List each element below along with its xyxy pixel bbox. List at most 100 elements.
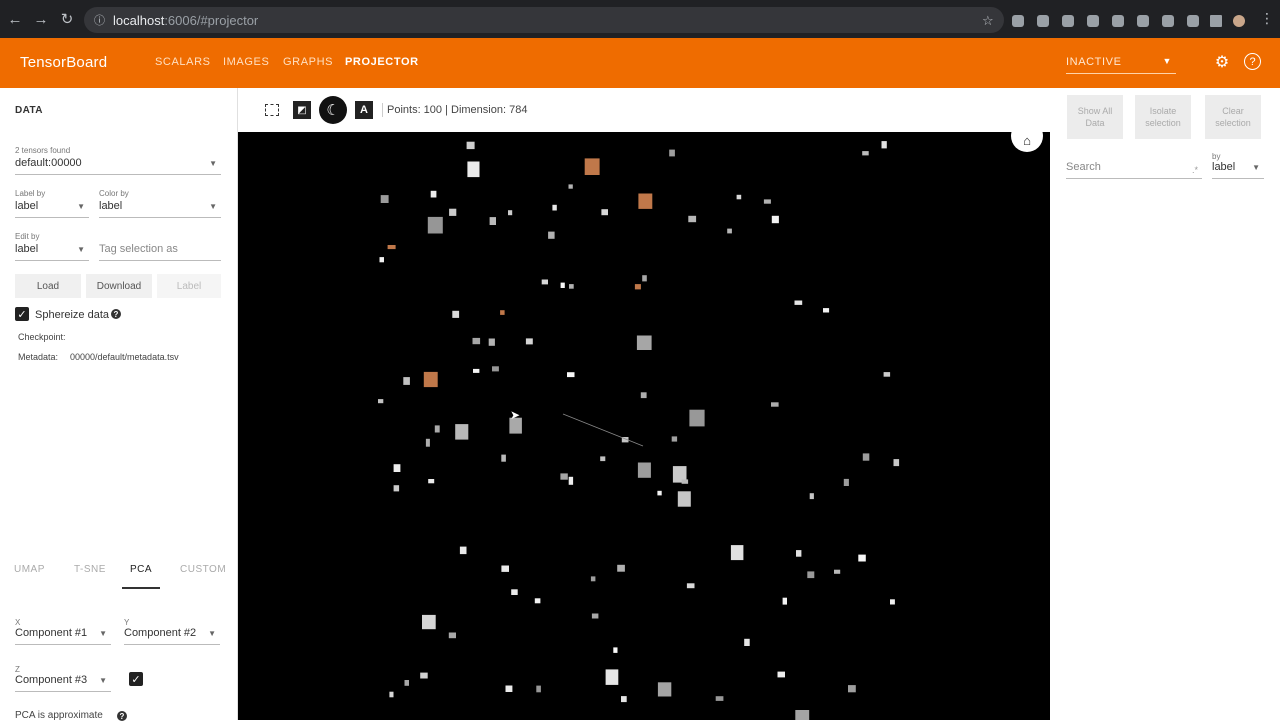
tag-selection-input[interactable]: Tag selection as — [99, 243, 221, 261]
data-point[interactable] — [881, 141, 887, 149]
data-point[interactable] — [883, 372, 891, 377]
data-point[interactable] — [637, 462, 651, 478]
tab-custom[interactable]: CUSTOM — [180, 564, 226, 575]
sphereize-checkbox[interactable]: ✓ — [15, 307, 29, 321]
night-mode-icon[interactable]: ☾ — [319, 96, 347, 124]
data-point[interactable] — [771, 402, 779, 407]
extension-icon[interactable] — [1037, 15, 1049, 27]
data-point[interactable] — [568, 184, 573, 189]
data-point[interactable] — [744, 638, 750, 646]
tab-tsne[interactable]: T-SNE — [74, 564, 106, 575]
data-point[interactable] — [809, 493, 814, 500]
data-point[interactable] — [794, 300, 803, 305]
x-component-select[interactable]: Component #1 ▼ — [15, 627, 111, 645]
data-point[interactable] — [671, 436, 678, 442]
data-point[interactable] — [730, 545, 744, 561]
search-input[interactable]: Search — [1066, 161, 1202, 179]
data-point[interactable] — [715, 696, 724, 701]
data-point[interactable] — [548, 231, 555, 239]
avatar[interactable] — [1233, 15, 1245, 27]
isolate-selection-button[interactable]: Isolate selection — [1135, 95, 1191, 139]
show-all-data-button[interactable]: Show All Data — [1067, 95, 1123, 139]
labels-icon[interactable]: A — [355, 101, 373, 119]
data-point[interactable] — [613, 647, 618, 653]
extension-icon[interactable] — [1012, 15, 1024, 27]
data-point[interactable] — [727, 228, 732, 234]
data-point[interactable] — [777, 671, 786, 678]
data-point[interactable] — [489, 217, 496, 225]
clear-selection-button[interactable]: Clear selection — [1205, 95, 1261, 139]
data-point[interactable] — [590, 576, 596, 582]
select-mode-icon[interactable] — [263, 101, 281, 119]
extension-icon[interactable] — [1087, 15, 1099, 27]
extension-icon[interactable] — [1187, 15, 1199, 27]
data-point[interactable] — [423, 371, 438, 388]
extension-icon[interactable] — [1162, 15, 1174, 27]
data-point[interactable] — [890, 599, 895, 605]
data-point[interactable] — [669, 149, 675, 157]
data-point[interactable] — [640, 392, 647, 399]
color-by-select[interactable]: label ▼ — [99, 200, 221, 218]
data-point[interactable] — [681, 479, 689, 484]
data-point[interactable] — [387, 245, 396, 250]
data-point[interactable] — [657, 490, 662, 496]
reload-icon[interactable]: ↻ — [56, 8, 78, 30]
tab-pca[interactable]: PCA — [130, 564, 152, 575]
data-point[interactable] — [688, 215, 697, 223]
data-point[interactable] — [677, 491, 691, 507]
y-component-select[interactable]: Component #2 ▼ — [124, 627, 220, 645]
back-icon[interactable]: ← — [4, 8, 26, 30]
data-point[interactable] — [508, 210, 513, 216]
data-point[interactable] — [736, 194, 742, 200]
data-point[interactable] — [425, 438, 430, 447]
bookmark-star-icon[interactable]: ☆ — [982, 13, 994, 29]
data-point[interactable] — [807, 571, 815, 579]
data-point[interactable] — [567, 372, 575, 378]
z-component-select[interactable]: Component #3 ▼ — [15, 674, 111, 692]
gear-icon[interactable]: ⚙ — [1213, 53, 1231, 71]
extension-icon[interactable] — [1137, 15, 1149, 27]
help-icon[interactable]: ? — [111, 309, 121, 319]
tab-umap[interactable]: UMAP — [14, 564, 45, 575]
z-enable-checkbox[interactable]: ✓ — [129, 672, 143, 686]
data-point[interactable] — [605, 669, 619, 685]
data-point[interactable] — [763, 199, 771, 204]
data-point[interactable] — [378, 399, 384, 404]
data-point[interactable] — [525, 338, 533, 345]
download-button[interactable]: Download — [86, 274, 152, 298]
data-point[interactable] — [488, 338, 495, 346]
url-bar[interactable]: ⓘ localhost:6006/#projector — [84, 7, 1004, 33]
data-point[interactable] — [404, 680, 410, 686]
data-point[interactable] — [843, 478, 849, 486]
tab-scalars[interactable]: SCALARS — [155, 56, 211, 68]
data-point[interactable] — [568, 476, 574, 485]
data-point[interactable] — [636, 335, 652, 351]
extension-icon[interactable] — [1062, 15, 1074, 27]
data-point[interactable] — [501, 565, 509, 572]
data-point[interactable] — [642, 275, 647, 282]
projector-canvas[interactable]: ⌂ ➤ — [238, 132, 1050, 720]
data-point[interactable] — [617, 564, 625, 572]
data-point[interactable] — [541, 279, 548, 285]
data-point[interactable] — [657, 682, 672, 697]
data-point[interactable] — [466, 141, 475, 150]
data-point[interactable] — [560, 282, 565, 288]
data-point[interactable] — [427, 216, 443, 234]
data-point[interactable] — [560, 473, 568, 480]
data-point[interactable] — [472, 337, 481, 345]
data-point[interactable] — [492, 366, 499, 372]
data-point[interactable] — [858, 554, 866, 562]
data-point[interactable] — [600, 456, 606, 462]
data-point[interactable] — [511, 589, 518, 595]
load-button[interactable]: Load — [15, 274, 81, 298]
data-point[interactable] — [591, 613, 599, 619]
data-point[interactable] — [422, 614, 436, 630]
data-point[interactable] — [823, 308, 830, 313]
data-point[interactable] — [505, 685, 513, 693]
data-point[interactable] — [455, 424, 469, 440]
data-point[interactable] — [782, 597, 787, 605]
label-button[interactable]: Label — [157, 274, 221, 298]
run-status-select[interactable]: INACTIVE ▼ — [1066, 56, 1176, 74]
search-by-select[interactable]: label ▼ — [1212, 161, 1264, 179]
data-point[interactable] — [552, 204, 557, 211]
